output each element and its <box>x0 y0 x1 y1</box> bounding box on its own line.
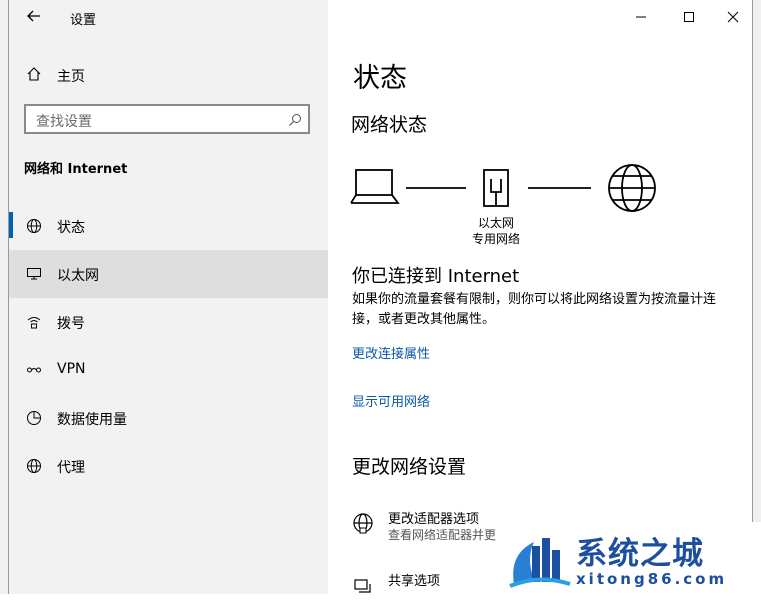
back-arrow-icon[interactable] <box>24 6 44 26</box>
option-title: 更改适配器选项 <box>388 512 480 527</box>
sidebar-item-label: 数据使用量 <box>57 412 127 428</box>
status-globe-icon <box>26 218 42 234</box>
sidebar: 设置 主页 查找设置 网络和 Internet 状态 以太网 拨号 VPN 数据… <box>9 0 328 594</box>
connected-heading: 你已连接到 Internet <box>352 266 520 287</box>
pc-icon <box>350 169 400 204</box>
watermark-title: 系统之城 <box>576 536 704 572</box>
ethernet-plug-icon <box>483 169 509 207</box>
diagram-label-network-type: 专用网络 <box>471 232 520 246</box>
sharing-icon <box>352 574 374 596</box>
option-title: 共享选项 <box>388 574 441 589</box>
network-diagram-graphic <box>350 164 656 212</box>
sidebar-item-label: 代理 <box>57 460 85 476</box>
watermark-logo <box>509 538 571 588</box>
sidebar-item-label: 拨号 <box>57 316 85 332</box>
connection-description: 如果你的流量套餐有限制，则你可以将此网络设置为按流量计连接，或者更改其他属性。 <box>352 292 717 327</box>
minimize-icon[interactable] <box>626 4 656 30</box>
selection-accent-bar <box>9 212 13 238</box>
option-subtitle: 查看网络适配器并更 <box>388 528 497 542</box>
search-input[interactable]: 查找设置 <box>24 104 310 134</box>
main-content: 状态 网络状态 以太网 专用网络 你已连接到 Internet 如果你的流量套餐… <box>328 0 752 594</box>
dialup-icon <box>26 314 42 330</box>
watermark: 系统之城 xitong86.com <box>500 522 761 594</box>
watermark-url: xitong86.com <box>576 570 728 588</box>
change-network-settings-heading: 更改网络设置 <box>352 456 467 478</box>
sidebar-item-data-usage[interactable]: 数据使用量 <box>9 394 328 442</box>
home-label: 主页 <box>57 69 85 85</box>
sidebar-item-label: 状态 <box>57 220 85 236</box>
internet-globe-icon <box>608 164 656 212</box>
diagram-label-ethernet: 以太网 <box>477 216 514 230</box>
maximize-icon[interactable] <box>674 4 704 30</box>
background-edge-right <box>753 0 761 594</box>
background-edge-left <box>0 0 8 594</box>
ethernet-icon <box>26 266 42 282</box>
titlebar-left: 设置 <box>9 0 328 34</box>
home-icon <box>26 66 42 82</box>
sidebar-item-label: 以太网 <box>57 268 99 284</box>
change-connection-properties-link[interactable]: 更改连接属性 <box>352 343 430 362</box>
home-nav-item[interactable]: 主页 <box>9 60 328 90</box>
network-status-heading: 网络状态 <box>351 114 428 136</box>
sidebar-item-proxy[interactable]: 代理 <box>9 442 328 490</box>
show-available-networks-link[interactable]: 显示可用网络 <box>352 391 430 410</box>
app-title: 设置 <box>70 13 97 28</box>
search-placeholder: 查找设置 <box>36 114 92 130</box>
sidebar-item-label: VPN <box>57 361 86 377</box>
data-usage-icon <box>26 410 42 426</box>
sidebar-item-dialup[interactable]: 拨号 <box>9 298 328 346</box>
settings-window: 设置 主页 查找设置 网络和 Internet 状态 以太网 拨号 VPN 数据… <box>8 0 753 594</box>
vpn-icon <box>26 362 42 378</box>
proxy-globe-icon <box>26 458 42 474</box>
sidebar-item-vpn[interactable]: VPN <box>9 346 328 394</box>
section-title: 网络和 Internet <box>24 162 128 177</box>
sidebar-item-status[interactable]: 状态 <box>9 202 328 250</box>
search-icon <box>288 112 302 126</box>
page-title: 状态 <box>353 63 407 94</box>
close-icon[interactable] <box>718 4 748 30</box>
sidebar-item-ethernet[interactable]: 以太网 <box>9 250 328 298</box>
adapter-globe-icon <box>352 512 374 534</box>
network-diagram: 以太网 专用网络 <box>348 160 658 250</box>
